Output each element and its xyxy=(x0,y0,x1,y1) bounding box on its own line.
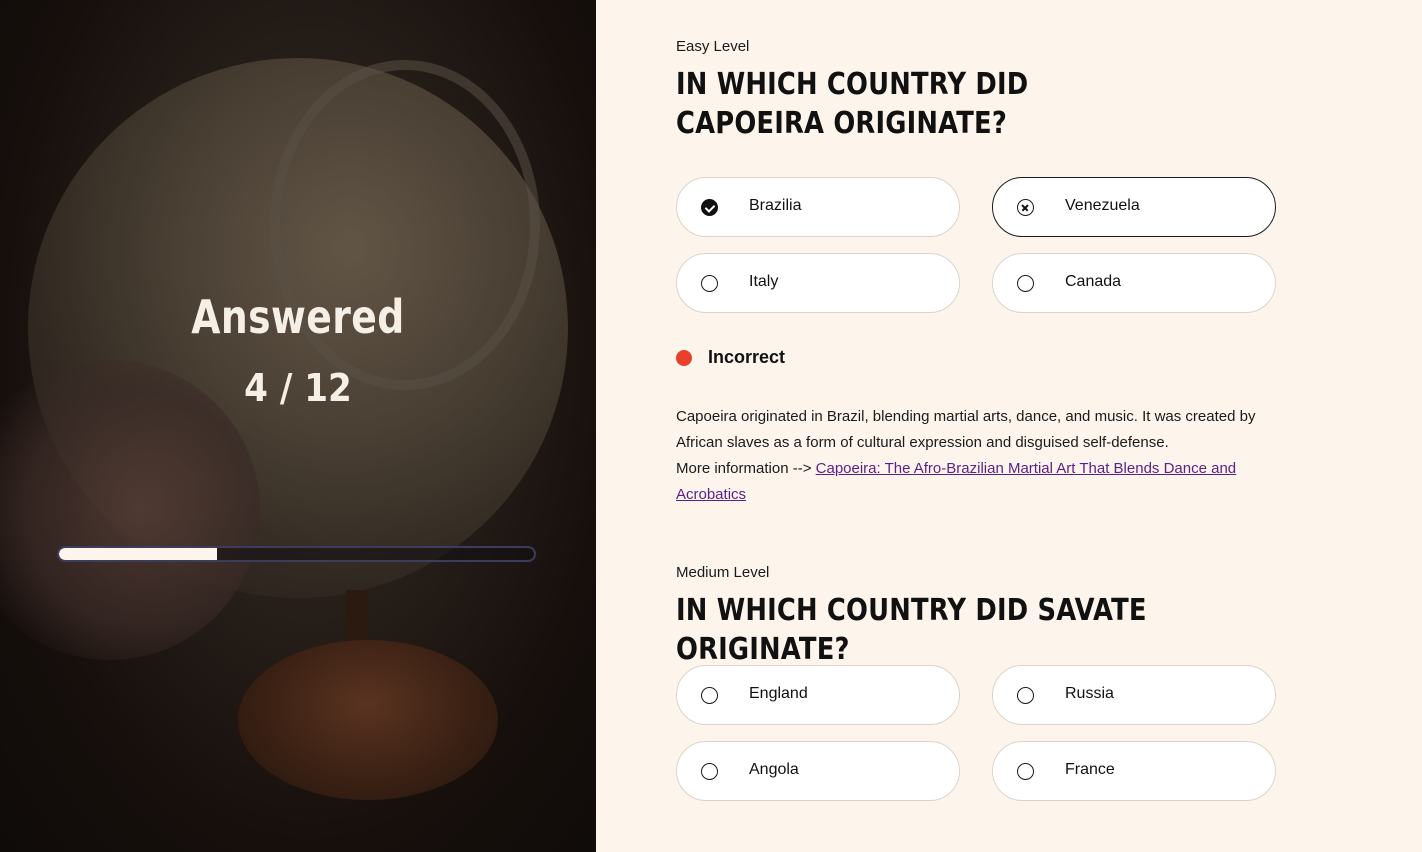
progress-bar-fill xyxy=(59,548,218,560)
option-canada[interactable]: Canada xyxy=(992,253,1276,313)
option-label: Brazilia xyxy=(749,197,802,214)
option-venezuela[interactable]: Venezuela xyxy=(992,177,1276,237)
radio-circle-icon xyxy=(701,275,718,292)
globe-stand-base xyxy=(238,640,498,800)
option-angola[interactable]: Angola xyxy=(676,741,960,801)
option-label: France xyxy=(1065,761,1115,778)
result-label: Incorrect xyxy=(708,347,786,367)
option-label: Canada xyxy=(1065,273,1122,290)
option-label: Russia xyxy=(1065,685,1114,702)
option-label: England xyxy=(749,685,808,702)
hero-panel: Answered 4 / 12 xyxy=(0,0,596,852)
option-russia[interactable]: Russia xyxy=(992,665,1276,725)
more-info: More information --> Capoeira: The Afro-… xyxy=(676,456,1286,508)
radio-circle-icon xyxy=(701,687,718,704)
option-label: Angola xyxy=(749,761,799,778)
explanation: Capoeira originated in Brazil, blending … xyxy=(676,404,1286,508)
incorrect-dot-icon xyxy=(676,350,692,366)
option-label: Italy xyxy=(749,273,779,290)
check-circle-icon xyxy=(701,199,718,216)
option-england[interactable]: England xyxy=(676,665,960,725)
option-label: Venezuela xyxy=(1065,197,1140,214)
explanation-text: Capoeira originated in Brazil, blending … xyxy=(676,408,1256,451)
progress-bar xyxy=(57,546,536,562)
question-text: IN WHICH COUNTRY DID SAVATE ORIGINATE? xyxy=(676,593,1147,667)
question-block-medium: Medium Level IN WHICH COUNTRY DID SAVATE… xyxy=(676,564,1316,669)
more-info-prefix: More information --> xyxy=(676,460,812,477)
x-circle-icon xyxy=(1017,199,1034,216)
radio-circle-icon xyxy=(701,763,718,780)
option-france[interactable]: France xyxy=(992,741,1276,801)
option-brazilia[interactable]: Brazilia xyxy=(676,177,960,237)
option-italy[interactable]: Italy xyxy=(676,253,960,313)
question-text: IN WHICH COUNTRY DID CAPOEIRA ORIGINATE? xyxy=(676,67,1029,141)
level-label: Easy Level xyxy=(676,38,750,55)
answered-title: Answered xyxy=(191,290,405,344)
radio-circle-icon xyxy=(1017,687,1034,704)
radio-circle-icon xyxy=(1017,763,1034,780)
radio-circle-icon xyxy=(1017,275,1034,292)
question-block-easy: Easy Level IN WHICH COUNTRY DID CAPOEIRA… xyxy=(676,38,1316,143)
answered-count: 4 / 12 xyxy=(244,366,352,410)
quiz-panel: Easy Level IN WHICH COUNTRY DID CAPOEIRA… xyxy=(596,0,1422,852)
level-label: Medium Level xyxy=(676,564,770,581)
